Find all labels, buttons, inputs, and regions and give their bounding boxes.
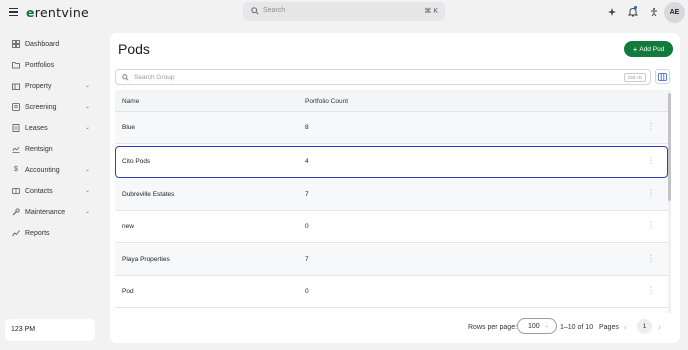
table-row[interactable]: Playa Properties 7 · · · xyxy=(115,244,668,276)
signature-icon xyxy=(12,145,20,153)
sidebar-item-label: Portfolios xyxy=(25,61,55,69)
table-header: Name Portfolio Count xyxy=(115,90,668,112)
pods-table: Name Portfolio Count Blue 8 · · · Cito Pod… xyxy=(115,90,668,313)
search-icon xyxy=(251,7,259,15)
sidebar-item-label: Leases xyxy=(25,124,48,132)
cell-name: Dubreville Estates xyxy=(122,191,175,198)
cell-name: Blue xyxy=(122,124,136,131)
page-number-button[interactable]: 1 xyxy=(637,319,652,334)
pages-label: Pages xyxy=(599,324,619,331)
cell-name: Pod xyxy=(122,288,134,295)
sidebar: Dashboard Portfolios Property ⌄ Screenin… xyxy=(0,25,100,350)
row-menu-icon[interactable]: · · · xyxy=(649,252,653,265)
cell-name: Playa Properties xyxy=(122,256,170,263)
table-row[interactable]: Dubreville Estates 7 · · · xyxy=(115,179,668,211)
sidebar-item-label: Dashboard xyxy=(25,40,60,48)
sidebar-item-contacts[interactable]: Contacts ⌄ xyxy=(12,184,92,198)
sidebar-item-portfolios[interactable]: Portfolios xyxy=(12,58,92,72)
column-header-name[interactable]: Name xyxy=(122,98,139,105)
time-display: 123 PM xyxy=(5,319,95,341)
row-menu-icon[interactable]: · · · xyxy=(649,154,653,167)
plus-icon: + xyxy=(632,44,638,54)
table-scrollbar-thumb[interactable] xyxy=(668,93,671,201)
group-search-input[interactable]: Search Group Ctrl +K xyxy=(115,69,651,85)
accessibility-icon[interactable] xyxy=(648,6,659,17)
next-page-icon[interactable]: › xyxy=(658,322,661,332)
search-shortcut: ⌘ K xyxy=(424,8,438,15)
folder-icon xyxy=(12,61,20,69)
user-avatar[interactable]: AE xyxy=(664,2,685,23)
cell-name: Cito Pods xyxy=(122,158,151,165)
sidebar-item-label: Accounting xyxy=(25,166,60,174)
rows-per-page-select[interactable]: 100 ⌄ xyxy=(517,318,557,334)
dollar-icon: $ xyxy=(14,166,18,173)
sidebar-item-reports[interactable]: Reports xyxy=(12,226,92,240)
add-pod-label: Add Pod xyxy=(639,45,665,53)
sidebar-item-screening[interactable]: Screening ⌄ xyxy=(12,100,92,114)
sparkle-icon[interactable] xyxy=(606,6,617,17)
table-row[interactable]: Pod 0 · · · xyxy=(115,276,668,308)
sidebar-item-dashboard[interactable]: Dashboard xyxy=(12,37,92,51)
columns-icon xyxy=(658,72,667,81)
row-menu-icon[interactable]: · · · xyxy=(649,187,653,200)
cell-portfolio-count: 0 xyxy=(305,223,309,230)
sidebar-item-rentsign[interactable]: Rentsign xyxy=(12,142,92,156)
cell-portfolio-count: 7 xyxy=(305,256,309,263)
sidebar-item-label: Screening xyxy=(25,103,57,111)
column-header-portfolio-count[interactable]: Portfolio Count xyxy=(305,98,348,105)
sidebar-item-label: Contacts xyxy=(25,187,53,195)
screening-icon xyxy=(12,103,20,111)
lease-icon xyxy=(12,124,20,132)
rows-per-page-value: 100 xyxy=(528,323,540,330)
wrench-icon xyxy=(12,208,20,216)
cell-portfolio-count: 7 xyxy=(305,191,309,198)
main-panel: Pods + Add Pod Search Group Ctrl +K Name… xyxy=(110,33,680,343)
table-row[interactable]: Blue 8 · · · xyxy=(115,112,668,144)
sidebar-item-property[interactable]: Property ⌄ xyxy=(12,79,92,93)
row-menu-icon[interactable]: · · · xyxy=(649,219,653,232)
top-bar: erentvine Search ⌘ K AE xyxy=(0,0,688,25)
chevron-down-icon: ⌄ xyxy=(84,167,90,173)
cell-portfolio-count: 4 xyxy=(305,158,309,165)
chevron-down-icon: ⌄ xyxy=(84,209,90,215)
columns-toggle-button[interactable] xyxy=(655,69,670,84)
sidebar-item-label: Reports xyxy=(25,229,50,237)
cell-portfolio-count: 8 xyxy=(305,124,309,131)
rows-per-page-label: Rows per page: xyxy=(468,324,518,331)
sidebar-item-maintenance[interactable]: Maintenance ⌄ xyxy=(12,205,92,219)
chevron-down-icon: ⌄ xyxy=(84,104,90,110)
sidebar-item-accounting[interactable]: $ Accounting ⌄ xyxy=(12,163,92,177)
chevron-down-icon: ⌄ xyxy=(84,188,90,194)
grid-icon xyxy=(12,40,20,48)
previous-page-icon[interactable]: ‹ xyxy=(624,322,627,332)
chevron-down-icon: ⌄ xyxy=(84,125,90,131)
brand-logo[interactable]: erentvine xyxy=(26,5,89,20)
building-icon xyxy=(12,82,20,90)
pagination: Rows per page: 100 ⌄ 1–10 of 10 Pages ‹ … xyxy=(110,317,680,337)
group-search-placeholder: Search Group xyxy=(134,74,175,81)
notification-dot xyxy=(634,6,637,9)
row-menu-icon[interactable]: · · · xyxy=(649,284,653,297)
menu-icon[interactable] xyxy=(9,8,18,16)
sidebar-item-label: Property xyxy=(25,82,52,90)
table-row[interactable]: Cito Pods 4 · · · xyxy=(115,146,668,178)
group-search-shortcut: Ctrl +K xyxy=(624,73,646,82)
sidebar-item-label: Rentsign xyxy=(25,145,53,153)
contacts-icon xyxy=(12,187,20,195)
table-row[interactable]: new 0 · · · xyxy=(115,211,668,243)
sidebar-item-label: Maintenance xyxy=(25,208,66,216)
add-pod-button[interactable]: + Add Pod xyxy=(624,41,673,57)
page-range: 1–10 of 10 xyxy=(560,324,594,331)
chevron-down-icon: ⌄ xyxy=(84,83,90,89)
reports-icon xyxy=(12,229,20,237)
search-placeholder: Search xyxy=(263,7,286,14)
search-icon xyxy=(122,74,129,81)
chevron-down-icon: ⌄ xyxy=(544,323,549,329)
sidebar-item-leases[interactable]: Leases ⌄ xyxy=(12,121,92,135)
cell-name: new xyxy=(122,223,134,230)
page-title: Pods xyxy=(118,41,150,57)
cell-portfolio-count: 0 xyxy=(305,288,309,295)
row-menu-icon[interactable]: · · · xyxy=(649,120,653,133)
global-search-input[interactable]: Search ⌘ K xyxy=(243,2,445,21)
